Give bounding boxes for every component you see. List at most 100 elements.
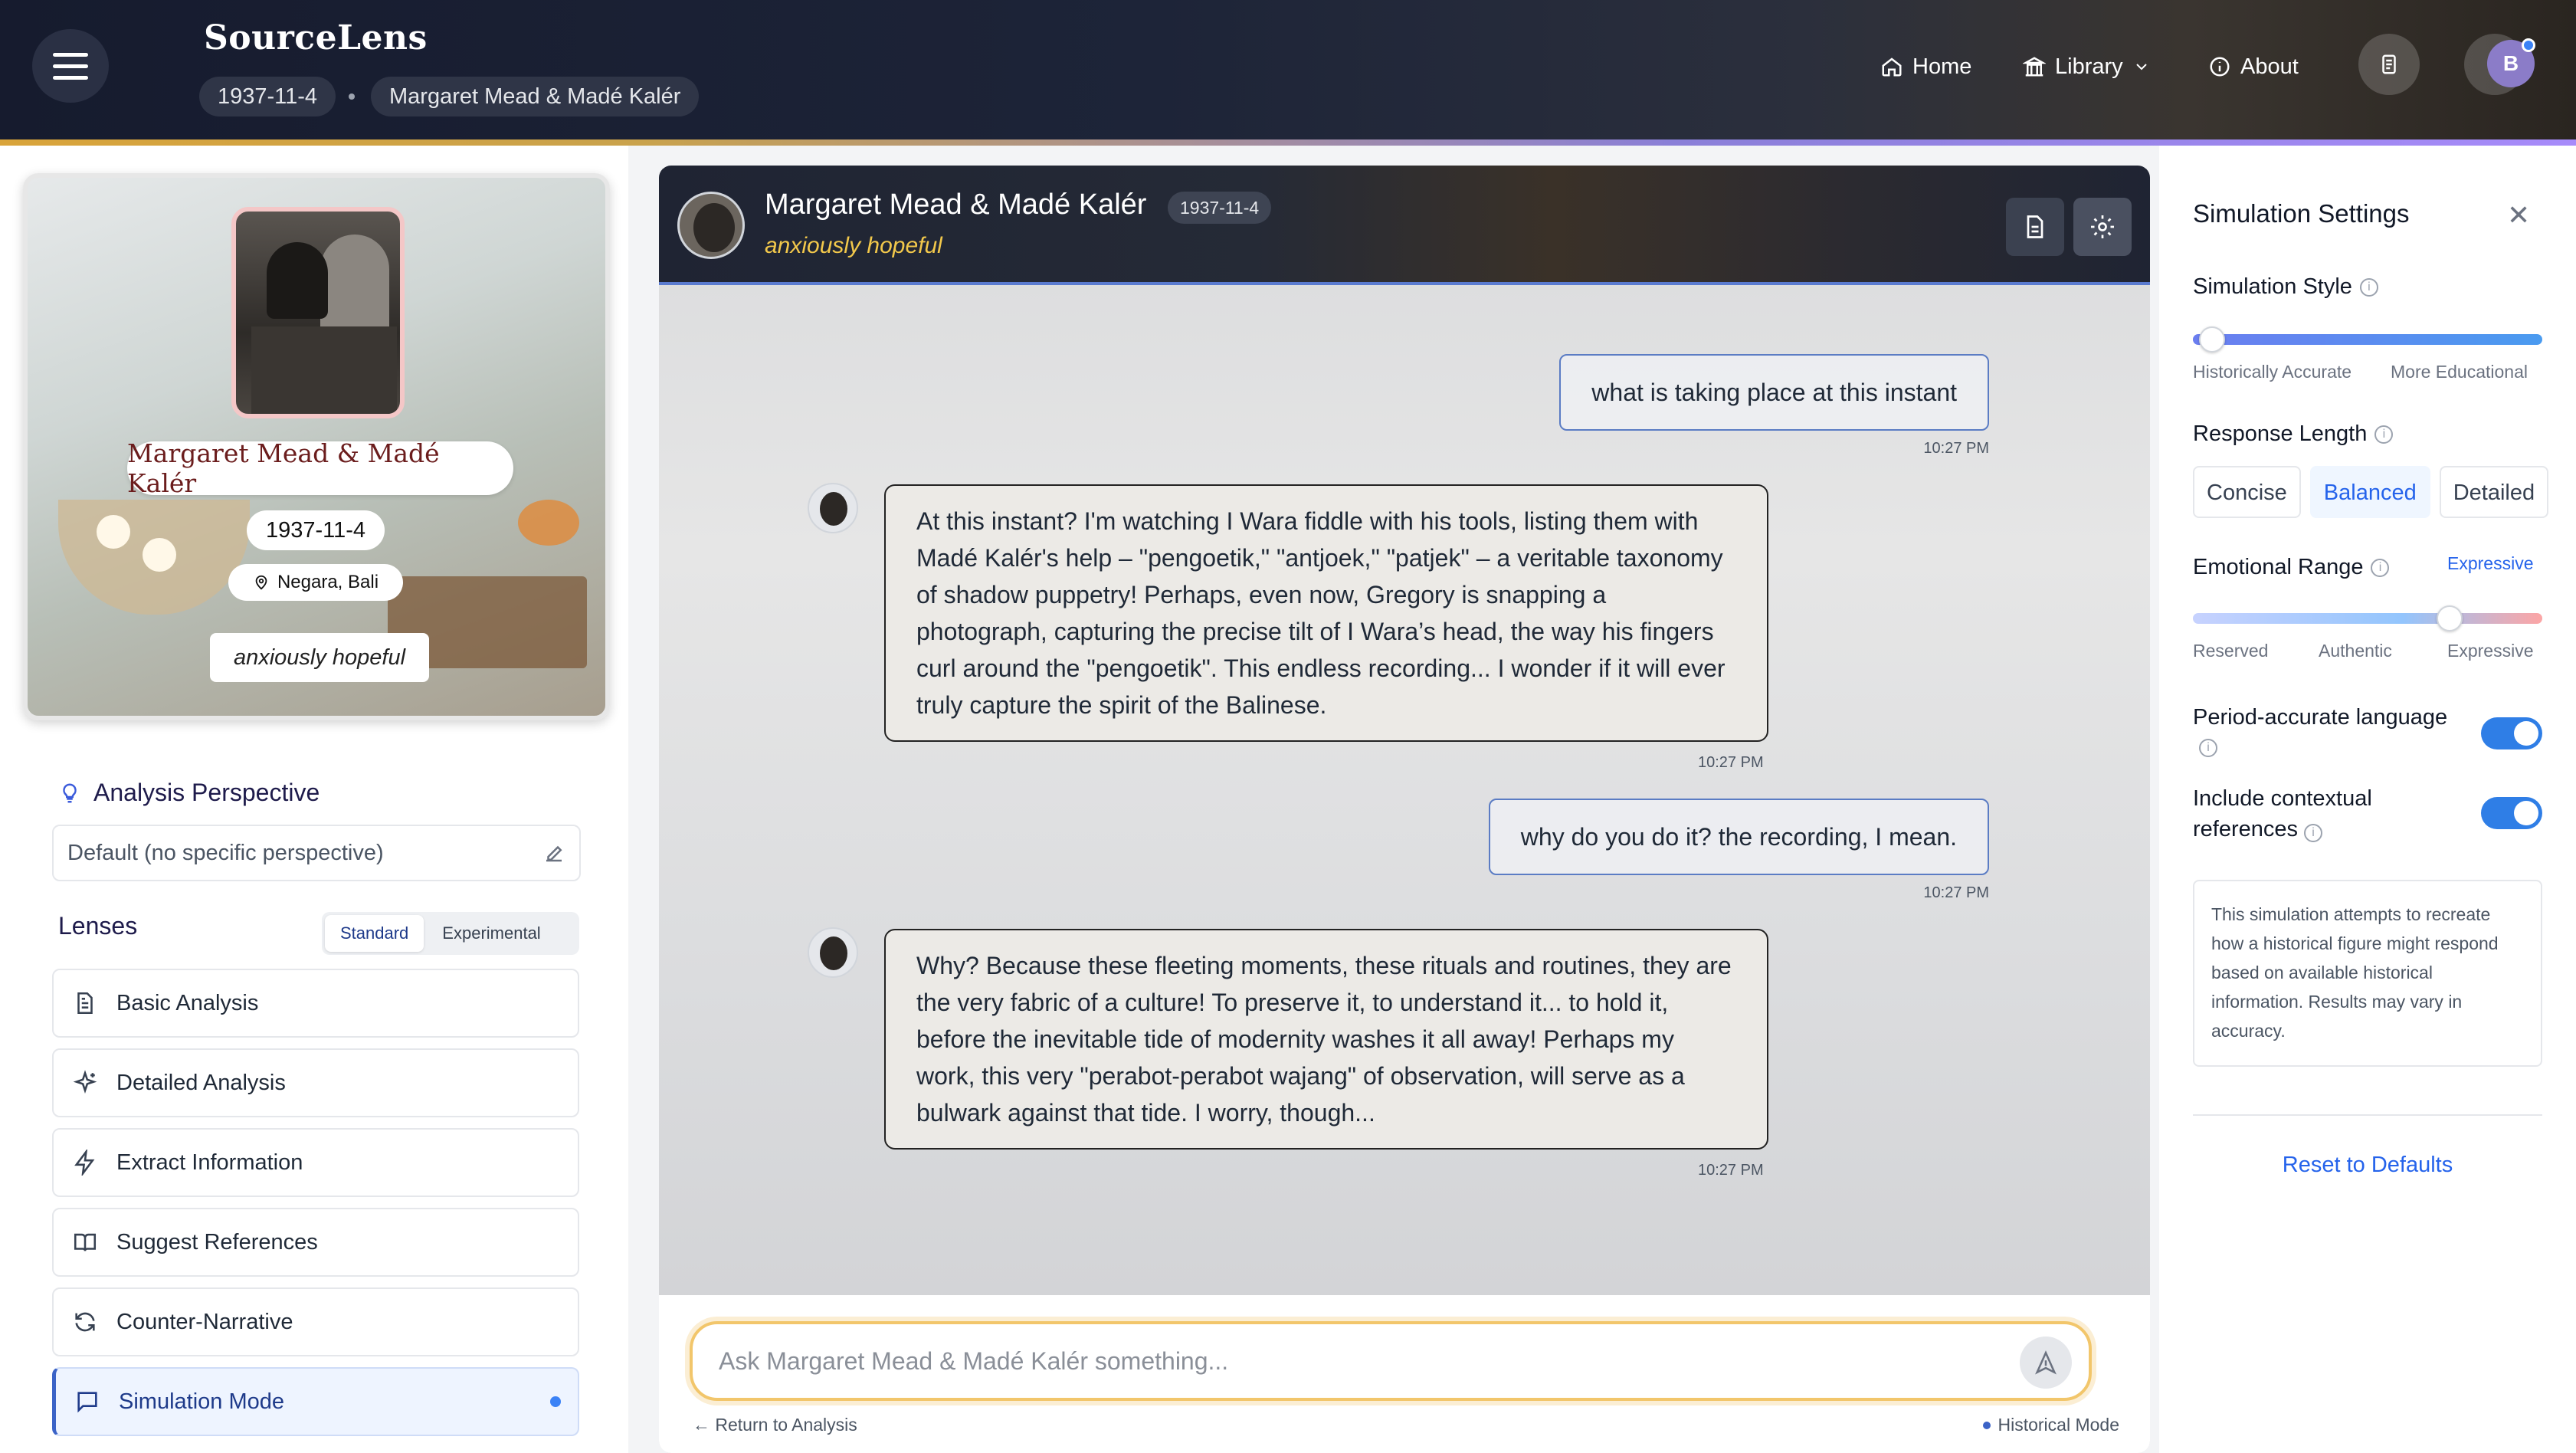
bolt-icon [74, 1150, 95, 1176]
simulation-style-label: Simulation Style i [2193, 274, 2378, 300]
lens-label: Suggest References [116, 1229, 318, 1255]
info-icon[interactable]: i [2199, 739, 2217, 757]
nav-home[interactable]: Home [1880, 49, 1971, 84]
brand-logo[interactable]: SourceLens [204, 18, 428, 57]
nav-about[interactable]: About [2208, 49, 2299, 84]
info-icon[interactable]: i [2374, 425, 2394, 444]
lens-basic-analysis[interactable]: Basic Analysis [52, 969, 579, 1038]
divider [2193, 1114, 2542, 1116]
top-header: SourceLens 1937-11-4 Margaret Mead & Mad… [0, 0, 2576, 143]
menu-button[interactable] [32, 29, 109, 103]
response-length-options: Concise Balanced Detailed [2193, 466, 2550, 518]
document-icon [77, 992, 93, 1015]
lens-suggest-references[interactable]: Suggest References [52, 1208, 579, 1277]
simulation-disclaimer: This simulation attempts to recreate how… [2193, 880, 2542, 1067]
profile-name: Margaret Mead & Madé Kalér [127, 438, 513, 498]
simulation-style-text: Simulation Style [2193, 274, 2352, 299]
send-icon [2035, 1350, 2057, 1375]
chat-avatar [677, 192, 745, 259]
return-to-analysis-link[interactable]: ← Return to Analysis [693, 1415, 857, 1435]
profile-location: Negara, Bali [228, 564, 403, 601]
profile-date: 1937-11-4 [247, 510, 385, 550]
chevron-down-icon [2135, 64, 2147, 71]
style-max-label: More Educational [2391, 362, 2528, 382]
bot-message: At this instant? I'm watching I Wara fid… [884, 484, 1768, 742]
simulation-style-thumb[interactable] [2199, 326, 2225, 353]
settings-panel: Simulation Settings ✕ Simulation Style i… [2159, 146, 2576, 1453]
bot-message: Why? Because these fleeting moments, the… [884, 929, 1768, 1150]
lens-mode-toggle: Standard Experimental [322, 912, 579, 955]
historical-mode-indicator: Historical Mode [1982, 1415, 2120, 1435]
header-accent-stripe [0, 139, 2576, 146]
bot-avatar [808, 483, 858, 533]
lenses-title: Lenses [58, 912, 138, 940]
book-icon [74, 1233, 97, 1251]
emotion-scale-expressive: Expressive [2447, 641, 2534, 661]
settings-button[interactable] [2073, 198, 2132, 256]
message-input[interactable]: Ask Margaret Mead & Madé Kalér something… [690, 1321, 2092, 1401]
edit-icon[interactable] [542, 841, 565, 864]
analysis-perspective-label: Analysis Perspective [93, 779, 320, 806]
composer: Ask Margaret Mead & Madé Kalér something… [659, 1295, 2150, 1453]
profile-mood: anxiously hopeful [210, 633, 429, 682]
transcript-button[interactable] [2006, 198, 2064, 256]
send-button[interactable] [2020, 1337, 2072, 1389]
lens-label: Counter-Narrative [116, 1309, 293, 1334]
lens-counter-narrative[interactable]: Counter-Narrative [52, 1287, 579, 1356]
left-panel: Margaret Mead & Madé Kalér 1937-11-4 Neg… [0, 146, 628, 1453]
message-time: 10:27 PM [1923, 440, 1989, 457]
background-flower [97, 515, 130, 549]
breadcrumb-subject[interactable]: Margaret Mead & Madé Kalér [371, 77, 700, 116]
breadcrumb-date[interactable]: 1937-11-4 [199, 77, 336, 116]
chat-header: Margaret Mead & Madé Kalér 1937-11-4 anx… [659, 166, 2150, 285]
notification-dot [2522, 38, 2535, 52]
context-refs-toggle[interactable] [2481, 797, 2542, 829]
emotional-range-thumb[interactable] [2437, 605, 2463, 631]
bot-avatar [808, 927, 858, 978]
perspective-input[interactable]: Default (no specific perspective) [52, 825, 581, 881]
close-icon[interactable]: ✕ [2507, 199, 2530, 231]
tab-standard[interactable]: Standard [325, 915, 424, 952]
portrait-photo [231, 207, 405, 418]
info-icon[interactable]: i [2304, 824, 2323, 842]
message-time: 10:27 PM [1698, 754, 1764, 771]
sparkle-icon [73, 1070, 97, 1094]
location-pin-icon [255, 575, 267, 590]
lens-simulation-mode[interactable]: Simulation Mode [52, 1367, 579, 1436]
reader-button[interactable] [2358, 34, 2420, 95]
user-message: why do you do it? the recording, I mean. [1488, 799, 1989, 875]
info-icon[interactable]: i [2371, 558, 2390, 577]
hamburger-icon [53, 49, 88, 84]
chat-title: Margaret Mead & Madé Kalér [765, 189, 1147, 221]
chat-icon [77, 1392, 97, 1413]
document-icon [2027, 215, 2043, 238]
mode-label: Historical Mode [1998, 1415, 2120, 1435]
lens-detailed-analysis[interactable]: Detailed Analysis [52, 1048, 579, 1117]
reader-icon [2382, 54, 2396, 74]
period-language-label: Period-accurate language [2193, 705, 2469, 730]
chat-date-badge: 1937-11-4 [1168, 192, 1272, 224]
nav-library[interactable]: Library [2023, 49, 2151, 84]
info-icon [2210, 57, 2230, 77]
info-icon[interactable]: i [2359, 277, 2378, 297]
period-language-toggle[interactable] [2481, 717, 2542, 749]
length-option-balanced[interactable]: Balanced [2309, 466, 2430, 518]
background-fruit [518, 500, 579, 546]
nav-home-label: Home [1912, 54, 1972, 79]
length-option-detailed[interactable]: Detailed [2439, 466, 2549, 518]
emotion-scale-authentic: Authentic [2319, 641, 2392, 661]
reset-defaults-button[interactable]: Reset to Defaults [2159, 1153, 2576, 1178]
length-option-concise[interactable]: Concise [2193, 466, 2301, 518]
emotional-range-slider[interactable] [2193, 613, 2542, 624]
refresh-icon [75, 1312, 95, 1332]
tab-experimental[interactable]: Experimental [427, 915, 556, 952]
lens-extract-information[interactable]: Extract Information [52, 1128, 579, 1197]
profile-card: Margaret Mead & Madé Kalér 1937-11-4 Neg… [23, 173, 610, 720]
perspective-value: Default (no specific perspective) [67, 840, 384, 865]
message-time: 10:27 PM [1923, 884, 1989, 901]
return-label: Return to Analysis [715, 1415, 857, 1435]
emotional-range-value: Expressive [2447, 553, 2534, 573]
lens-label: Extract Information [116, 1150, 303, 1175]
simulation-style-slider[interactable] [2193, 334, 2542, 345]
message-time: 10:27 PM [1698, 1162, 1764, 1179]
